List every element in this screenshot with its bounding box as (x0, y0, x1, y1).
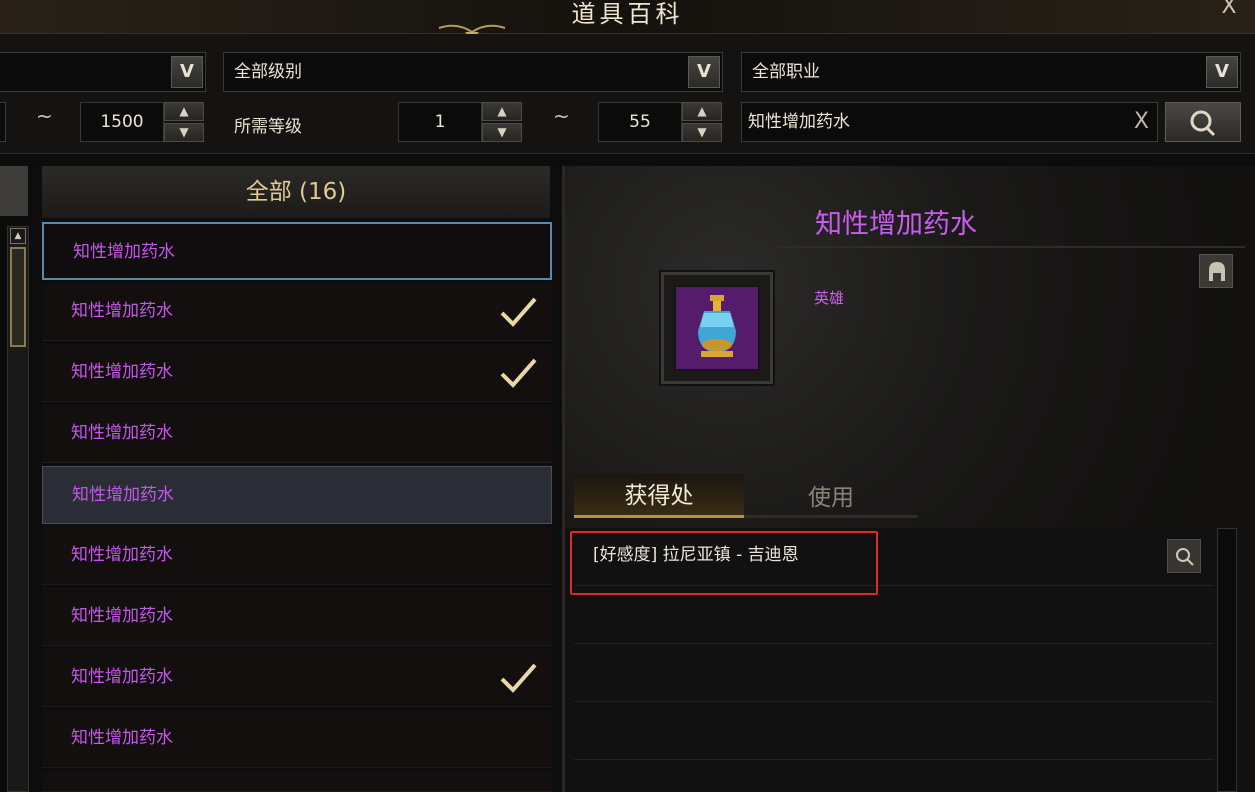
list-item-name: 知性增加药水 (71, 362, 173, 382)
list-item[interactable]: 知性增加药水 (42, 710, 552, 768)
item-level-min-input[interactable] (0, 102, 6, 142)
list-item[interactable]: 知性增加药水 (42, 405, 552, 463)
item-rarity: 英雄 (814, 289, 845, 307)
search-input-value: 知性增加药水 (748, 112, 850, 132)
item-level-max-input[interactable]: 1500 (80, 102, 164, 142)
item-icon-bg (674, 285, 760, 371)
tab-use[interactable]: 使用 (744, 474, 918, 518)
required-level-max-input[interactable]: 55 (598, 102, 682, 142)
list-item-name: 知性增加药水 (73, 242, 175, 262)
side-tab[interactable] (0, 166, 28, 216)
list-item[interactable]: 知性增加药水 (42, 649, 552, 707)
list-scrollbar[interactable]: ▲ (7, 226, 29, 792)
list-item-partial[interactable] (42, 771, 552, 792)
chevron-down-icon[interactable]: V (688, 56, 720, 88)
list-item-name: 知性增加药水 (72, 485, 174, 505)
potion-icon (698, 295, 736, 357)
step-down-icon[interactable]: ▼ (682, 123, 722, 142)
checkmark-icon (500, 297, 537, 327)
empty-row (574, 702, 1214, 760)
clear-search-icon[interactable]: X (1134, 103, 1149, 141)
list-item-name: 知性增加药水 (71, 423, 173, 443)
window-title: 道具百科 (571, 0, 684, 28)
list-item-name: 知性增加药水 (71, 667, 173, 687)
list-item[interactable]: 知性增加药水 (42, 588, 552, 646)
checkmark-icon (500, 663, 537, 693)
chevron-down-icon[interactable]: V (1206, 56, 1238, 88)
search-input[interactable]: 知性增加药水 X (741, 102, 1158, 142)
step-up-icon[interactable]: ▲ (482, 102, 522, 121)
list-item[interactable]: 知性增加药水 (42, 527, 552, 585)
item-title: 知性增加药水 (815, 209, 977, 240)
list-item-name: 知性增加药水 (71, 606, 173, 626)
step-down-icon[interactable]: ▼ (164, 123, 204, 142)
highlight-box (570, 531, 878, 595)
chevron-down-icon[interactable]: V (171, 56, 203, 88)
search-icon (1190, 110, 1216, 137)
required-level-max-stepper[interactable]: ▲ ▼ (682, 102, 722, 142)
search-button[interactable] (1165, 102, 1241, 142)
search-icon (1176, 548, 1194, 566)
step-up-icon[interactable]: ▲ (164, 102, 204, 121)
list-item-name: 知性增加药水 (71, 301, 173, 321)
empty-row (574, 644, 1214, 702)
close-button[interactable]: X (1214, 0, 1244, 19)
item-detail-panel: 知性增加药水 英雄 获得处 使用 [好感度] 拉尼亚镇 - 吉迪恩 (565, 166, 1255, 792)
required-level-min-input[interactable]: 1 (398, 102, 482, 142)
item-list-panel: 全部 (16) 知性增加药水 知性增加药水 知性增加药水 知性增加药水 知性增加… (30, 166, 562, 792)
locate-button[interactable] (1167, 539, 1201, 573)
tab-acquire[interactable]: 获得处 (574, 474, 744, 518)
class-dropdown[interactable]: 全部职业 V (741, 52, 1241, 92)
required-level-label: 所需等级 (234, 117, 302, 137)
title-underline (775, 246, 1245, 248)
title-bar: 道具百科 X (0, 0, 1255, 40)
range-tilde: ~ (36, 104, 53, 128)
source-scrollbar[interactable] (1217, 528, 1237, 792)
category-dropdown[interactable]: V (0, 52, 206, 92)
helmet-icon (1209, 262, 1225, 281)
range-tilde: ~ (553, 104, 570, 128)
grade-dropdown-value: 全部级别 (234, 62, 302, 82)
list-item-name: 知性增加药水 (71, 545, 173, 565)
list-item[interactable]: 知性增加药水 (42, 283, 552, 341)
item-level-stepper[interactable]: ▲ ▼ (164, 102, 204, 142)
step-down-icon[interactable]: ▼ (482, 123, 522, 142)
class-dropdown-value: 全部职业 (752, 62, 820, 82)
list-item[interactable]: 知性增加药水 (42, 344, 552, 402)
grade-dropdown[interactable]: 全部级别 V (223, 52, 723, 92)
list-item-name: 知性增加药水 (71, 728, 173, 748)
step-up-icon[interactable]: ▲ (682, 102, 722, 121)
scroll-thumb[interactable] (10, 247, 26, 347)
scroll-up-icon[interactable]: ▲ (10, 228, 26, 244)
item-icon-frame (661, 272, 773, 384)
required-level-min-stepper[interactable]: ▲ ▼ (482, 102, 522, 142)
list-item[interactable]: 知性增加药水 (42, 466, 552, 524)
helmet-button[interactable] (1199, 254, 1233, 288)
list-header: 全部 (16) (42, 166, 550, 218)
list-item[interactable]: 知性增加药水 (42, 222, 552, 280)
checkmark-icon (500, 358, 537, 388)
